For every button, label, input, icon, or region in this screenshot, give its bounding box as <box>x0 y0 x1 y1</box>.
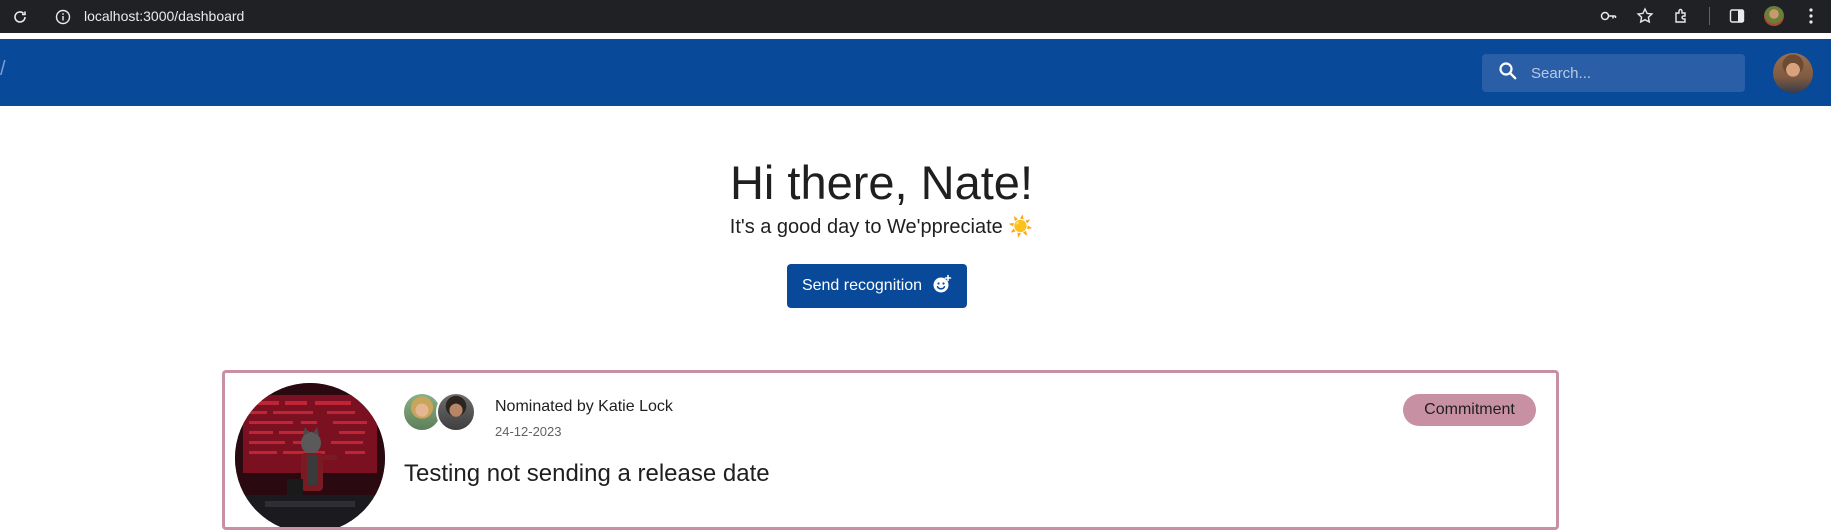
nominated-by-text: Nominated by Katie Lock <box>495 398 673 415</box>
value-badge: Commitment <box>1403 394 1536 426</box>
header-decoration: / <box>0 58 6 80</box>
send-recognition-button[interactable]: Send recognition <box>787 264 967 308</box>
recognition-image <box>235 383 385 527</box>
extensions-icon[interactable] <box>1672 6 1692 26</box>
nominee-avatar[interactable] <box>436 392 476 432</box>
address-bar-url[interactable]: localhost:3000/dashboard <box>84 7 244 25</box>
site-info-icon[interactable] <box>53 7 73 27</box>
recognition-date: 24-12-2023 <box>495 424 562 439</box>
search-box[interactable] <box>1482 54 1745 92</box>
profile-avatar-icon[interactable] <box>1764 6 1784 26</box>
toolbar-divider <box>1709 7 1710 25</box>
user-avatar[interactable] <box>1773 53 1813 93</box>
greeting-subtitle: It's a good day to We'ppreciate ☀️ <box>729 216 1034 238</box>
recognition-card[interactable]: Nominated by Katie Lock 24-12-2023 Commi… <box>222 370 1559 530</box>
more-menu-icon[interactable] <box>1801 6 1821 26</box>
nominee-avatars <box>402 392 476 432</box>
app-header: / <box>0 39 1831 106</box>
side-panel-icon[interactable] <box>1727 6 1747 26</box>
bookmark-star-icon[interactable] <box>1635 6 1655 26</box>
search-input[interactable] <box>1529 63 1739 83</box>
add-emoji-icon <box>932 274 952 299</box>
search-icon <box>1498 61 1518 86</box>
send-recognition-label: Send recognition <box>801 277 923 294</box>
recognition-title: Testing not sending a release date <box>404 460 770 487</box>
greeting-title: Hi there, Nate! <box>729 156 1034 209</box>
password-key-icon[interactable] <box>1598 6 1618 26</box>
reload-icon[interactable] <box>10 7 30 27</box>
browser-toolbar: localhost:3000/dashboard <box>0 0 1831 33</box>
